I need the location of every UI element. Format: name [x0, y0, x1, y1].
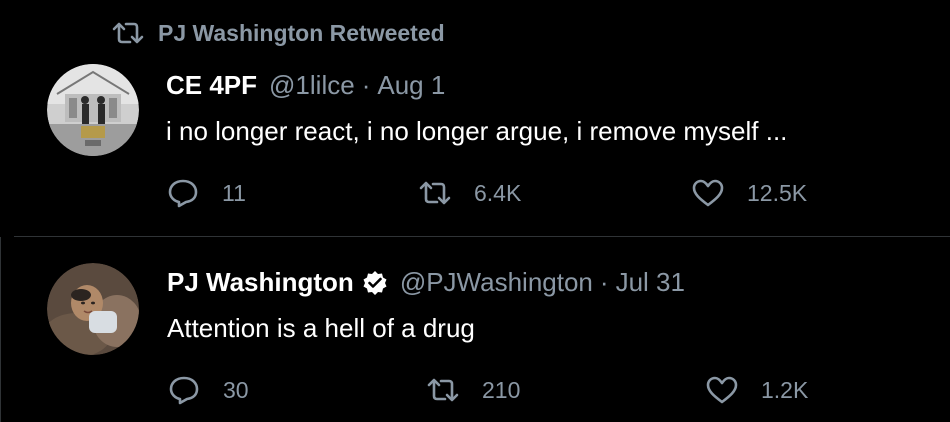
tweet-actions: 11 6.4K 12.5K — [166, 176, 866, 210]
tweet-header: CE 4PF @1lilce · Aug 1 — [166, 70, 445, 101]
retweet-icon — [427, 378, 459, 402]
tweet-actions: 30 210 1.2K — [167, 373, 867, 407]
reply-button[interactable]: 11 — [166, 176, 246, 210]
retweet-icon — [112, 22, 144, 44]
tweet-text: Attention is a hell of a drug — [167, 313, 475, 343]
tweet-header: PJ Washington @PJWashington · Jul 31 — [167, 267, 685, 298]
like-count: 1.2K — [761, 376, 809, 403]
retweet-icon — [419, 181, 451, 205]
heart-icon — [706, 376, 738, 404]
retweet-banner-text: PJ Washington Retweeted — [158, 19, 445, 46]
reply-button[interactable]: 30 — [167, 373, 249, 407]
separator-dot: · — [361, 70, 371, 100]
display-name[interactable]: CE 4PF — [166, 70, 257, 101]
user-handle[interactable]: @1lilce — [269, 70, 355, 101]
separator-dot: · — [599, 267, 609, 297]
tweet[interactable]: PJ Washington @PJWashington · Jul 31 Att… — [0, 237, 950, 422]
profile-photo-avatar-image — [47, 263, 139, 355]
retweet-banner[interactable]: PJ Washington Retweeted — [112, 18, 445, 48]
retweet-count: 6.4K — [474, 179, 522, 206]
tweet-text: i no longer react, i no longer argue, i … — [166, 116, 788, 146]
heart-icon — [692, 179, 724, 207]
reply-icon — [169, 376, 199, 405]
like-button[interactable]: 12.5K — [691, 176, 807, 210]
reply-count: 30 — [223, 376, 249, 403]
tweet[interactable]: PJ Washington Retweeted CE 4PF @1lilce ·… — [0, 0, 950, 236]
retweet-count: 210 — [482, 376, 521, 403]
retweet-button[interactable]: 210 — [426, 373, 520, 407]
reply-count: 11 — [222, 179, 246, 206]
retweet-button[interactable]: 6.4K — [418, 176, 521, 210]
album-cover-avatar-image — [47, 64, 139, 156]
tweet-date[interactable]: Aug 1 — [377, 70, 445, 101]
display-name[interactable]: PJ Washington — [167, 267, 354, 298]
user-handle[interactable]: @PJWashington — [400, 267, 593, 298]
avatar[interactable] — [47, 64, 139, 156]
tweet-date[interactable]: Jul 31 — [616, 267, 685, 298]
tweet-feed: PJ Washington Retweeted CE 4PF @1lilce ·… — [0, 0, 950, 422]
like-count: 12.5K — [747, 179, 808, 206]
reply-icon — [168, 179, 198, 208]
verified-badge-icon — [362, 270, 388, 296]
avatar[interactable] — [47, 263, 139, 355]
like-button[interactable]: 1.2K — [705, 373, 808, 407]
